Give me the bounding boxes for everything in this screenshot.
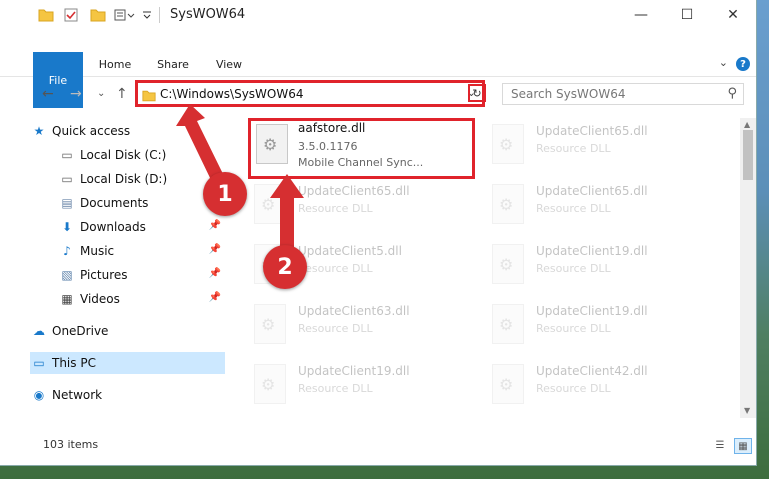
- step-2-badge: 2: [263, 245, 307, 289]
- step-1-badge: 1: [203, 172, 247, 216]
- annotation-arrows: [176, 104, 304, 250]
- arrow-step2: [270, 174, 304, 250]
- arrow-step1: [176, 104, 224, 182]
